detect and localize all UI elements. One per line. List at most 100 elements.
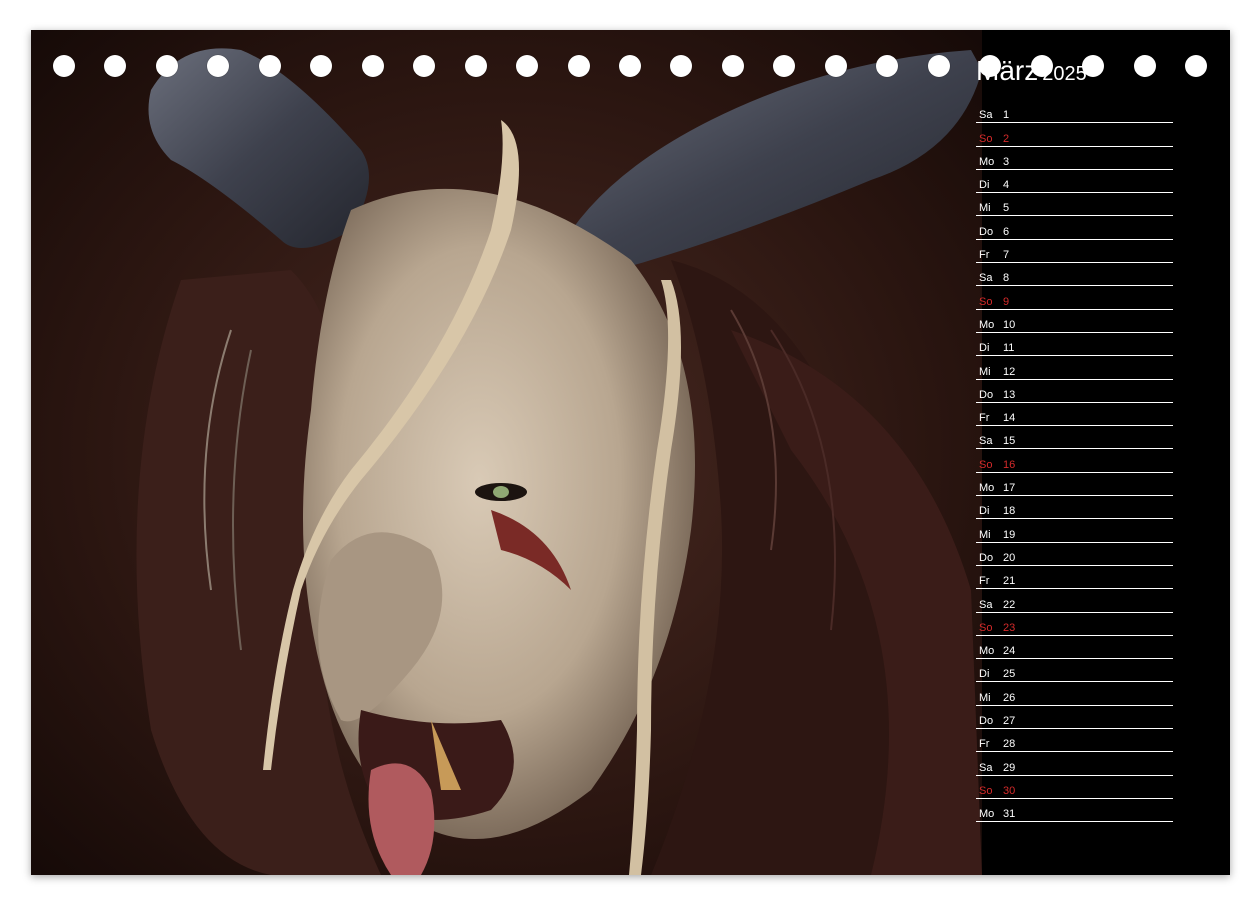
day-row: Di 18 — [976, 496, 1173, 520]
day-of-week: Sa — [979, 598, 993, 611]
day-number: 13 — [1003, 388, 1016, 401]
day-number: 9 — [1003, 295, 1010, 308]
day-number: 12 — [1003, 365, 1016, 378]
day-of-week: Mo — [979, 155, 995, 168]
binding-hole — [310, 55, 333, 77]
day-number: 26 — [1003, 691, 1016, 704]
day-number: 8 — [1003, 272, 1010, 285]
day-of-week: So — [979, 132, 993, 145]
day-of-week: Sa — [979, 272, 993, 285]
day-row: Fr 14 — [976, 403, 1173, 427]
day-of-week: Sa — [979, 761, 993, 774]
day-row: Di 25 — [976, 659, 1173, 683]
binding-hole — [413, 55, 436, 77]
day-number: 10 — [1003, 318, 1016, 331]
day-row: Di 4 — [976, 170, 1173, 194]
binding-hole — [104, 55, 127, 77]
day-of-week: Do — [979, 225, 994, 238]
day-number: 20 — [1003, 551, 1016, 564]
month-title: März 2025 — [976, 55, 1087, 87]
day-row: Mi 12 — [976, 356, 1173, 380]
krampus-mask-photo — [31, 30, 982, 875]
day-row: So 2 — [976, 123, 1173, 147]
day-number: 24 — [1003, 645, 1016, 658]
day-of-week: Do — [979, 715, 994, 728]
day-row: Fr 7 — [976, 240, 1173, 264]
day-number: 16 — [1003, 458, 1016, 471]
binding-hole — [516, 55, 539, 77]
binding-hole — [155, 55, 178, 77]
day-number: 7 — [1003, 249, 1010, 262]
day-row: Mo 10 — [976, 310, 1173, 333]
day-row: So 9 — [976, 286, 1173, 310]
day-row: So 16 — [976, 449, 1173, 473]
binding-hole — [361, 55, 384, 77]
binding-hole — [721, 55, 744, 77]
day-number: 18 — [1003, 505, 1016, 518]
day-of-week: Di — [979, 342, 990, 355]
binding-hole — [464, 55, 487, 77]
day-row: Do 20 — [976, 543, 1173, 566]
binding-hole — [927, 55, 950, 77]
binding-hole — [207, 55, 230, 77]
day-row: Mo 3 — [976, 147, 1173, 170]
day-row: Fr 21 — [976, 566, 1173, 590]
day-number: 3 — [1003, 155, 1010, 168]
day-of-week: Fr — [979, 249, 990, 262]
day-number: 2 — [1003, 132, 1010, 145]
day-of-week: Mi — [979, 365, 991, 378]
binding-hole — [773, 55, 796, 77]
binding-hole — [1185, 55, 1207, 77]
day-row: Mi 26 — [976, 682, 1173, 706]
binding-hole — [619, 55, 641, 77]
day-row: Mo 31 — [976, 799, 1173, 823]
photo-illustration — [31, 30, 982, 875]
day-row: Do 13 — [976, 380, 1173, 403]
day-of-week: Di — [979, 179, 990, 192]
day-number: 22 — [1003, 598, 1016, 611]
day-of-week: Do — [979, 551, 994, 564]
binding-hole — [876, 55, 899, 77]
day-row: Sa 29 — [976, 752, 1173, 776]
day-of-week: Mi — [979, 202, 991, 215]
day-row: Mo 24 — [976, 636, 1173, 660]
day-of-week: Mo — [979, 645, 995, 658]
day-number: 17 — [1003, 482, 1016, 495]
day-number: 6 — [1003, 225, 1010, 238]
day-number: 4 — [1003, 179, 1010, 192]
binding-hole — [258, 55, 281, 77]
binding-hole — [567, 55, 590, 77]
day-row: Do 27 — [976, 706, 1173, 730]
day-of-week: Sa — [979, 109, 993, 122]
day-of-week: Mo — [979, 318, 995, 331]
day-number: 30 — [1003, 784, 1016, 797]
month-name: März — [976, 55, 1039, 86]
day-row: Sa 8 — [976, 263, 1173, 287]
day-row: Fr 28 — [976, 729, 1173, 753]
day-list: Sa 1 So 2 Mo 3 Di 4 Mi 5 Do 6 Fr 7 Sa 8 So 9 Mo 10 Di 11 Mi 12 D… — [976, 100, 1173, 823]
binding-hole — [1133, 55, 1156, 77]
day-number: 23 — [1003, 621, 1016, 634]
day-of-week: Mi — [979, 691, 991, 704]
day-of-week: Fr — [979, 575, 990, 588]
day-row: So 30 — [976, 776, 1173, 799]
day-row: Sa 1 — [976, 100, 1173, 124]
day-number: 1 — [1003, 109, 1010, 122]
day-of-week: Sa — [979, 435, 993, 448]
day-row: Sa 22 — [976, 589, 1173, 613]
day-of-week: So — [979, 784, 993, 797]
day-row: Mi 5 — [976, 193, 1173, 217]
day-of-week: Di — [979, 668, 990, 681]
day-of-week: So — [979, 295, 993, 308]
binding-hole — [53, 55, 75, 77]
day-number: 19 — [1003, 528, 1016, 541]
day-of-week: Fr — [979, 738, 990, 751]
day-number: 31 — [1003, 808, 1016, 821]
day-of-week: Mi — [979, 528, 991, 541]
day-row: Di 11 — [976, 333, 1173, 357]
binding-hole — [670, 55, 693, 77]
day-of-week: So — [979, 458, 993, 471]
day-number: 29 — [1003, 761, 1016, 774]
day-number: 14 — [1003, 412, 1016, 425]
day-of-week: Di — [979, 505, 990, 518]
